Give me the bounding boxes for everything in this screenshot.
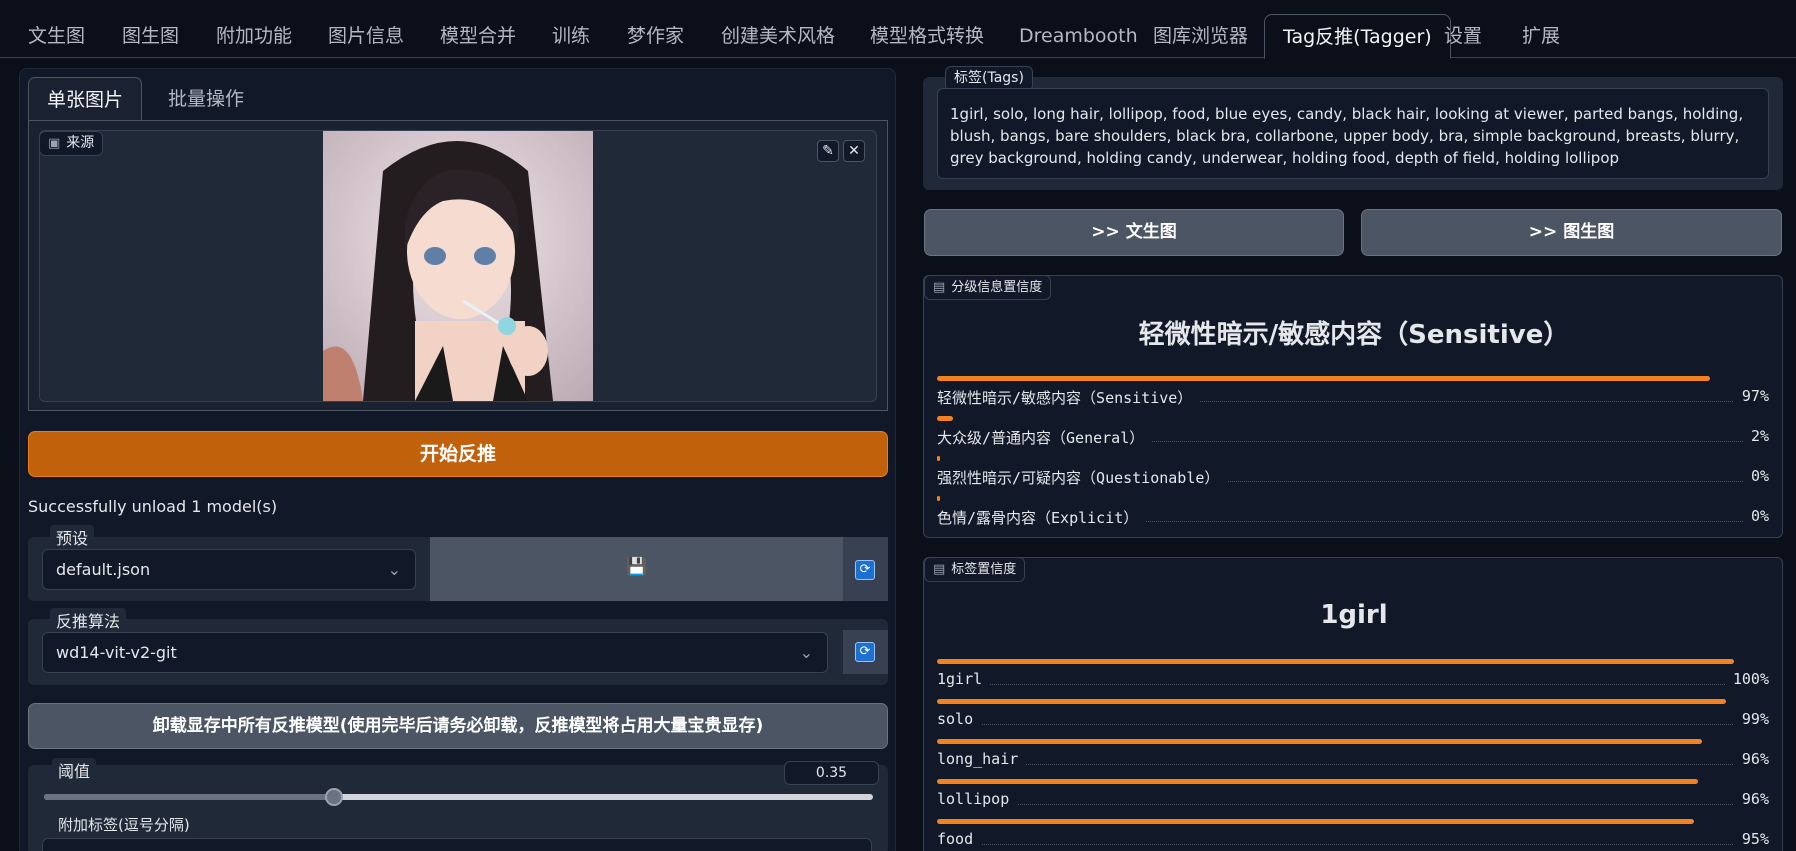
- confidence-value: 97%: [1733, 387, 1769, 405]
- tab-image-browser[interactable]: 图库浏览器: [1139, 14, 1262, 58]
- confidence-bar: [937, 699, 1727, 704]
- chevron-down-icon: ⌄: [387, 560, 401, 579]
- tab-settings[interactable]: 设置: [1430, 14, 1496, 58]
- confidence-row: 大众级/普通内容（General） 2%: [937, 416, 1769, 456]
- chart-icon: ▤: [933, 562, 946, 577]
- confidence-label: food: [937, 830, 982, 848]
- tab-model-convert[interactable]: 模型格式转换: [856, 14, 998, 58]
- preset-value: default.json: [56, 560, 151, 579]
- confidence-bar: [937, 496, 940, 501]
- confidence-row: long_hair 96%: [937, 739, 1769, 779]
- unload-models-button[interactable]: 卸载显存中所有反推模型(使用完毕后请务必卸载，反推模型将占用大量宝贵显存): [28, 703, 888, 749]
- threshold-input[interactable]: 0.35: [784, 761, 879, 785]
- status-message: Successfully unload 1 model(s): [28, 497, 278, 516]
- confidence-value: 0%: [1742, 467, 1769, 485]
- confidence-row: 轻微性暗示/敏感内容（Sensitive） 97%: [937, 376, 1769, 416]
- tab-extras[interactable]: 附加功能: [202, 14, 306, 58]
- top-tab-bar: 文生图 图生图 附加功能 图片信息 模型合并 训练 梦作家 创建美术风格 模型格…: [0, 0, 1796, 59]
- save-preset-button[interactable]: 💾: [430, 537, 843, 601]
- edit-icon[interactable]: ✎: [817, 140, 839, 162]
- slider-fill: [44, 794, 335, 800]
- interrogator-dropdown[interactable]: wd14-vit-v2-git ⌄: [42, 632, 828, 673]
- dotted-leader: [937, 804, 1769, 805]
- confidence-row: lollipop 96%: [937, 779, 1769, 819]
- rating-top-label: 轻微性暗示/敏感内容（Sensitive）: [1138, 320, 1570, 350]
- tab-create-aesthetic[interactable]: 创建美术风格: [707, 14, 849, 58]
- interrogate-button[interactable]: 开始反推: [28, 431, 888, 477]
- tab-single-image[interactable]: 单张图片: [28, 77, 143, 121]
- confidence-label: 强烈性暗示/可疑内容（Questionable）: [937, 467, 1228, 488]
- tag-confidence-label: ▤ 标签置信度: [924, 557, 1026, 582]
- chevron-down-icon: ⌄: [799, 643, 813, 662]
- confidence-value: 96%: [1733, 750, 1769, 768]
- confidence-bar: [937, 376, 1711, 381]
- interrogator-value: wd14-vit-v2-git: [56, 643, 177, 662]
- threshold-slider[interactable]: [44, 788, 873, 806]
- confidence-bar: [937, 416, 953, 421]
- confidence-row: solo 99%: [937, 699, 1769, 739]
- threshold-label: 阈值: [52, 758, 97, 782]
- image-icon: ▣: [48, 136, 61, 151]
- dotted-leader: [937, 724, 1769, 725]
- tab-dreambooth[interactable]: Dreambooth: [1005, 14, 1152, 58]
- tab-img2img[interactable]: 图生图: [108, 14, 193, 58]
- input-image: [323, 131, 593, 401]
- confidence-value: 99%: [1733, 710, 1769, 728]
- send-to-txt2img-button[interactable]: >> 文生图: [924, 209, 1344, 256]
- confidence-row: 色情/露骨内容（Explicit） 0%: [937, 496, 1769, 536]
- tab-txt2img[interactable]: 文生图: [14, 14, 99, 58]
- refresh-icon[interactable]: ⟳: [855, 560, 875, 580]
- tab-png-info[interactable]: 图片信息: [314, 14, 418, 58]
- confidence-row: food 95%: [937, 819, 1769, 851]
- dotted-leader: [937, 684, 1769, 685]
- dotted-leader: [937, 844, 1769, 845]
- confidence-value: 100%: [1724, 670, 1769, 688]
- send-to-img2img-button[interactable]: >> 图生图: [1361, 209, 1782, 256]
- confidence-bar: [937, 739, 1703, 744]
- interrogator-label: 反推算法: [50, 608, 127, 632]
- confidence-row: 强烈性暗示/可疑内容（Questionable） 0%: [937, 456, 1769, 496]
- confidence-label: 大众级/普通内容（General）: [937, 427, 1153, 448]
- confidence-label: 轻微性暗示/敏感内容（Sensitive）: [937, 387, 1201, 408]
- confidence-value: 0%: [1742, 507, 1769, 525]
- close-icon[interactable]: ✕: [843, 140, 865, 162]
- confidence-label: solo: [937, 710, 982, 728]
- source-label: ▣ 来源: [39, 131, 104, 156]
- confidence-label: long_hair: [937, 750, 1027, 768]
- tab-extensions[interactable]: 扩展: [1508, 14, 1574, 58]
- tab-train[interactable]: 训练: [538, 14, 604, 58]
- confidence-label: lollipop: [937, 790, 1018, 808]
- refresh-icon[interactable]: ⟳: [855, 642, 875, 662]
- chart-icon: ▤: [933, 280, 946, 295]
- confidence-bar: [937, 819, 1695, 824]
- scrollbar[interactable]: [1790, 58, 1796, 851]
- preset-label: 预设: [50, 525, 95, 549]
- confidence-bar: [937, 456, 940, 461]
- dotted-leader: [937, 764, 1769, 765]
- confidence-value: 2%: [1742, 427, 1769, 445]
- tab-dreamartist[interactable]: 梦作家: [613, 14, 698, 58]
- tags-output[interactable]: 1girl, solo, long hair, lollipop, food, …: [937, 88, 1769, 179]
- tag-confidence-top-label: 1girl: [1320, 600, 1388, 630]
- additional-tags-input[interactable]: [42, 838, 872, 851]
- confidence-bar: [937, 659, 1734, 664]
- additional-tags-label: 附加标签(逗号分隔): [52, 814, 196, 835]
- tab-tagger[interactable]: Tag反推(Tagger): [1264, 14, 1451, 59]
- confidence-value: 96%: [1733, 790, 1769, 808]
- tab-checkpoint-merger[interactable]: 模型合并: [426, 14, 530, 58]
- confidence-label: 色情/露骨内容（Explicit）: [937, 507, 1147, 528]
- rating-label: ▤ 分级信息置信度: [924, 275, 1052, 300]
- confidence-label: 1girl: [937, 670, 991, 688]
- confidence-bar: [937, 779, 1699, 784]
- confidence-row: 1girl 100%: [937, 659, 1769, 699]
- tab-batch[interactable]: 批量操作: [150, 77, 262, 121]
- confidence-value: 95%: [1733, 830, 1769, 848]
- preset-dropdown[interactable]: default.json ⌄: [42, 549, 416, 590]
- save-icon: 💾: [626, 557, 648, 577]
